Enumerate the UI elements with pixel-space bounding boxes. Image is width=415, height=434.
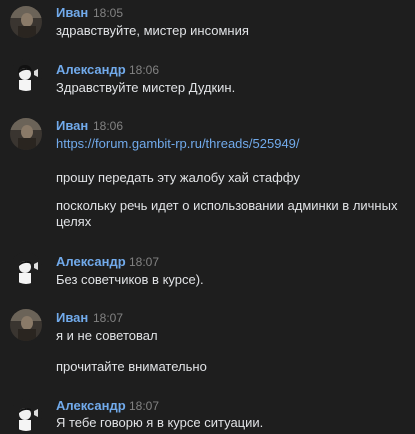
message-author[interactable]: Иван <box>56 5 88 20</box>
alexandr-avatar[interactable] <box>10 252 42 284</box>
ivan-avatar[interactable] <box>10 309 42 341</box>
ivan-avatar[interactable] <box>10 6 42 38</box>
message-author[interactable]: Александр <box>56 62 126 77</box>
message-text: Здравствуйте мистер Дудкин. <box>56 80 236 95</box>
message-time[interactable]: 18:07 <box>129 399 159 413</box>
message-time[interactable]: 18:07 <box>93 311 123 325</box>
message-text: я и не советовал <box>56 328 158 343</box>
message-text: здравствуйте, мистер инсомния <box>56 23 249 38</box>
message-time[interactable]: 18:06 <box>93 119 123 133</box>
thread-link[interactable]: https://forum.gambit-rp.ru/threads/52594… <box>56 136 300 152</box>
message-time[interactable]: 18:05 <box>93 6 123 20</box>
message-text: прошу передать эту жалобу хай стаффу <box>56 170 300 185</box>
alexandr-avatar[interactable] <box>10 399 42 431</box>
message-author[interactable]: Александр <box>56 254 126 269</box>
message-author[interactable]: Иван <box>56 118 88 133</box>
message-author[interactable]: Александр <box>56 398 126 413</box>
alexandr-avatar[interactable] <box>10 59 42 91</box>
message-author[interactable]: Иван <box>56 310 88 325</box>
message-text: прочитайте внимательно <box>56 359 207 374</box>
message-time[interactable]: 18:07 <box>129 255 159 269</box>
message-text: Без советчиков в курсе). <box>56 272 204 287</box>
ivan-avatar[interactable] <box>10 118 42 150</box>
message-text: поскольку речь идет о использовании адми… <box>56 198 398 229</box>
message-time[interactable]: 18:06 <box>129 63 159 77</box>
message-text: Я тебе говорю я в курсе ситуации. <box>56 415 264 430</box>
